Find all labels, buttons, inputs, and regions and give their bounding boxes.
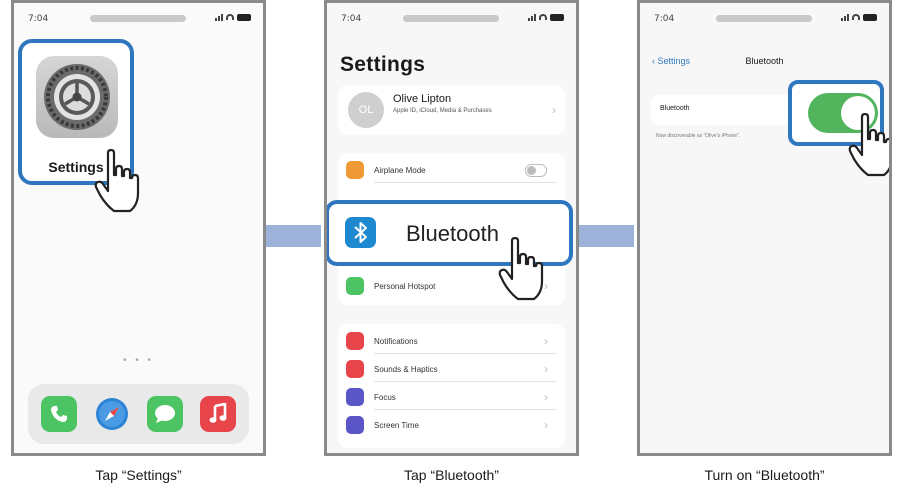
step-2-caption: Tap “Bluetooth”	[404, 467, 499, 483]
page-title: Settings	[340, 53, 426, 76]
chevron-right-icon: ›	[544, 279, 548, 293]
settings-row-airplane-mode[interactable]: Airplane Mode	[346, 157, 557, 183]
notch	[90, 15, 186, 22]
notch	[403, 15, 499, 22]
battery-icon	[237, 13, 251, 21]
chevron-right-icon: ›	[552, 103, 556, 117]
settings-row-notifications[interactable]: Notifications ›	[346, 328, 557, 354]
settings-row-sounds[interactable]: Sounds & Haptics ›	[346, 356, 557, 382]
wifi-icon	[852, 14, 860, 20]
chevron-right-icon: ›	[544, 334, 548, 348]
airplane-mode-toggle[interactable]	[525, 164, 547, 177]
hand-pointer-icon	[498, 237, 544, 301]
notch	[716, 15, 812, 22]
wifi-icon	[539, 14, 547, 20]
step-connector-2	[579, 225, 634, 247]
nav-title: Bluetooth	[745, 56, 784, 66]
cellular-signal-icon	[528, 13, 536, 21]
status-time: 7:04	[28, 14, 49, 24]
chevron-right-icon: ›	[544, 362, 548, 376]
discoverable-caption: Now discoverable as “Olive’s iPhone”.	[656, 133, 741, 139]
battery-icon	[550, 13, 564, 21]
row-label: Screen Time	[374, 420, 419, 430]
hand-pointer-icon	[94, 149, 140, 213]
row-label: Personal Hotspot	[374, 281, 436, 291]
status-bar: 7:04	[640, 11, 889, 29]
gear-icon	[36, 56, 118, 138]
safari-icon[interactable]	[93, 396, 130, 432]
cellular-signal-icon	[841, 13, 849, 21]
apple-id-row[interactable]: OL Olive Lipton Apple ID, iCloud, Media …	[338, 85, 565, 135]
settings-row-screen-time[interactable]: Screen Time ›	[346, 412, 557, 438]
nav-bar: ‹ Settings Bluetooth	[640, 56, 889, 72]
avatar: OL	[348, 92, 384, 128]
messages-icon[interactable]	[147, 396, 184, 432]
dock	[28, 384, 249, 444]
music-icon[interactable]	[200, 396, 237, 432]
hand-pointer-icon	[848, 113, 889, 177]
bluetooth-row-label: Bluetooth	[660, 105, 690, 112]
chevron-right-icon: ›	[544, 390, 548, 404]
bluetooth-icon	[345, 217, 376, 248]
focus-icon	[346, 388, 364, 406]
notifications-icon	[346, 332, 364, 350]
status-time: 7:04	[341, 14, 362, 24]
profile-name: Olive Lipton	[393, 93, 452, 105]
page-dots: • • •	[122, 355, 155, 366]
status-bar: 7:04	[14, 11, 263, 29]
cellular-signal-icon	[215, 13, 223, 21]
bluetooth-label: Bluetooth	[406, 221, 499, 246]
phone-home-screen: 7:04 Settings • • •	[11, 0, 266, 456]
step-connector-1	[266, 225, 321, 247]
step-1-caption: Tap “Settings”	[95, 467, 182, 483]
wifi-icon	[226, 14, 234, 20]
screen-time-icon	[346, 416, 364, 434]
airplane-icon	[346, 161, 364, 179]
sounds-icon	[346, 360, 364, 378]
phone-icon[interactable]	[40, 396, 77, 432]
hotspot-icon	[346, 277, 364, 295]
row-label: Sounds & Haptics	[374, 364, 438, 374]
status-time: 7:04	[654, 14, 675, 24]
row-label: Notifications	[374, 336, 418, 346]
status-bar: 7:04	[327, 11, 576, 29]
row-label: Airplane Mode	[374, 165, 426, 175]
phone-settings-screen: 7:04 Settings OL Olive Lipton Apple ID, …	[324, 0, 579, 456]
notifications-group: Notifications › Sounds & Haptics › Focus…	[338, 324, 565, 448]
step-3-caption: Turn on “Bluetooth”	[704, 467, 825, 483]
phone-bluetooth-screen: 7:04 ‹ Settings Bluetooth Bluetooth Now …	[637, 0, 892, 456]
settings-row-focus[interactable]: Focus ›	[346, 384, 557, 410]
battery-icon	[863, 13, 877, 21]
profile-subtitle: Apple ID, iCloud, Media & Purchases	[393, 108, 492, 114]
row-label: Focus	[374, 392, 396, 402]
chevron-right-icon: ›	[544, 418, 548, 432]
